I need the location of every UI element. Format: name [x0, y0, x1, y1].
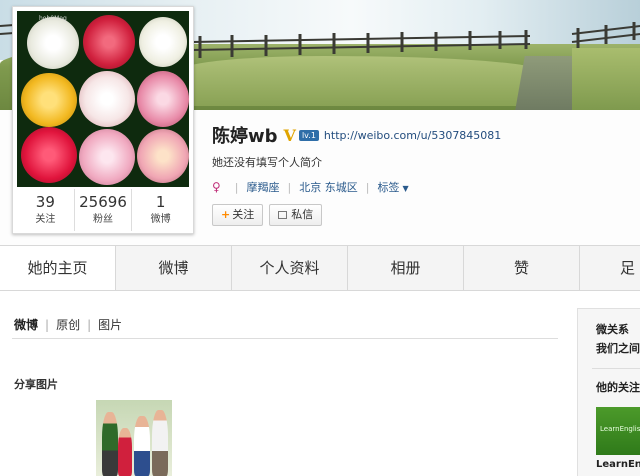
- feed-divider: [12, 338, 558, 339]
- ad-banner[interactable]: LearnEnglish: [596, 407, 640, 455]
- mail-icon: [278, 211, 288, 219]
- message-label: 私信: [291, 208, 314, 221]
- ad-text: LearnEnglish: [600, 425, 640, 433]
- tags-dropdown[interactable]: 标签 ▼: [377, 179, 408, 195]
- tab-footprint[interactable]: 足: [580, 246, 640, 290]
- stat-following-label: 关注: [35, 214, 56, 225]
- photo-person: [102, 412, 118, 476]
- profile-name: 陈婷wb: [212, 126, 278, 147]
- rose-yellow: [21, 73, 77, 127]
- verified-icon[interactable]: V: [284, 126, 296, 145]
- feed-tab-pictures[interactable]: 图片: [98, 316, 122, 333]
- stat-followers-count: 25696: [79, 193, 127, 211]
- rose-white: [27, 17, 79, 69]
- plus-icon: +: [221, 208, 231, 221]
- photo-person: [118, 428, 132, 476]
- meta-separator: |: [365, 180, 370, 194]
- tab-album[interactable]: 相册: [348, 246, 464, 290]
- stat-posts[interactable]: 1 微博: [132, 189, 189, 231]
- avatar-watermark: hoh0Mog: [39, 15, 67, 22]
- photo-person: [152, 410, 168, 476]
- feed-separator: |: [45, 317, 50, 332]
- feed-tab-all[interactable]: 微博: [14, 316, 38, 333]
- meta-separator: |: [234, 180, 239, 194]
- rose-crimson: [21, 127, 77, 183]
- right-sidebar: 微关系 我们之间 他的关注 LearnEnglish LearnEn: [577, 308, 640, 476]
- profile-meta: ♀ | 摩羯座 | 北京 东城区 | 标签 ▼: [212, 179, 632, 195]
- message-button[interactable]: 私信: [269, 204, 323, 226]
- avatar[interactable]: hoh0Mog: [17, 11, 189, 187]
- tab-profile-info[interactable]: 个人资料: [232, 246, 348, 290]
- location-link[interactable]: 北京 东城区: [299, 179, 358, 195]
- female-icon: ♀: [212, 180, 221, 194]
- photo-person: [134, 416, 150, 476]
- post-text: 分享图片: [14, 378, 58, 391]
- stat-followers[interactable]: 25696 粉丝: [75, 189, 133, 231]
- rose-red: [83, 15, 135, 69]
- stat-following[interactable]: 39 关注: [17, 189, 75, 231]
- rose-peach: [79, 71, 135, 127]
- relations-subtitle[interactable]: 我们之间: [578, 337, 640, 356]
- profile-actions: + 关注 私信: [212, 204, 632, 226]
- stat-following-count: 39: [35, 193, 55, 211]
- avatar-card: hoh0Mog 39 关注 25696 粉丝 1 微博: [12, 6, 194, 234]
- follow-button[interactable]: + 关注: [212, 204, 264, 226]
- rose-blush: [137, 129, 189, 183]
- tags-label: 标签: [377, 181, 400, 194]
- tab-weibo[interactable]: 微博: [116, 246, 232, 290]
- profile-bio: 她还没有填写个人简介: [212, 156, 322, 169]
- main-content: 微博 | 原创 | 图片 分享图片: [0, 292, 640, 476]
- tab-likes[interactable]: 赞: [464, 246, 580, 290]
- stat-posts-label: 微博: [150, 214, 171, 225]
- relations-title: 微关系: [596, 323, 629, 336]
- stat-followers-label: 粉丝: [93, 214, 113, 225]
- feed-filter: 微博 | 原创 | 图片: [14, 316, 122, 333]
- profile-info: 陈婷wb V lv.1 http://weibo.com/u/530784508…: [212, 122, 632, 226]
- rose-cream: [139, 17, 187, 67]
- follow-label: 关注: [232, 208, 255, 221]
- stats-bar: 39 关注 25696 粉丝 1 微博: [17, 189, 189, 231]
- zodiac-link[interactable]: 摩羯座: [247, 179, 280, 195]
- caret-down-icon: ▼: [402, 184, 409, 193]
- feed-tab-original[interactable]: 原创: [56, 316, 80, 333]
- feed-separator: |: [87, 317, 92, 332]
- cover-hill-light: [180, 56, 540, 106]
- stat-posts-count: 1: [155, 193, 166, 211]
- rose-lightpink: [79, 129, 135, 185]
- name-row: 陈婷wb V lv.1 http://weibo.com/u/530784508…: [212, 122, 632, 148]
- profile-tabs: 她的主页 微博 个人资料 相册 赞 足: [0, 245, 640, 291]
- ad-caption[interactable]: LearnEn: [578, 455, 640, 470]
- tab-home[interactable]: 她的主页: [0, 246, 116, 290]
- post-photo[interactable]: [96, 400, 172, 476]
- rose-pink: [137, 71, 189, 127]
- level-icon[interactable]: lv.1: [298, 129, 319, 141]
- meta-separator: |: [287, 180, 292, 194]
- profile-url-link[interactable]: http://weibo.com/u/5307845081: [324, 129, 501, 142]
- following-title[interactable]: 他的关注: [578, 369, 640, 395]
